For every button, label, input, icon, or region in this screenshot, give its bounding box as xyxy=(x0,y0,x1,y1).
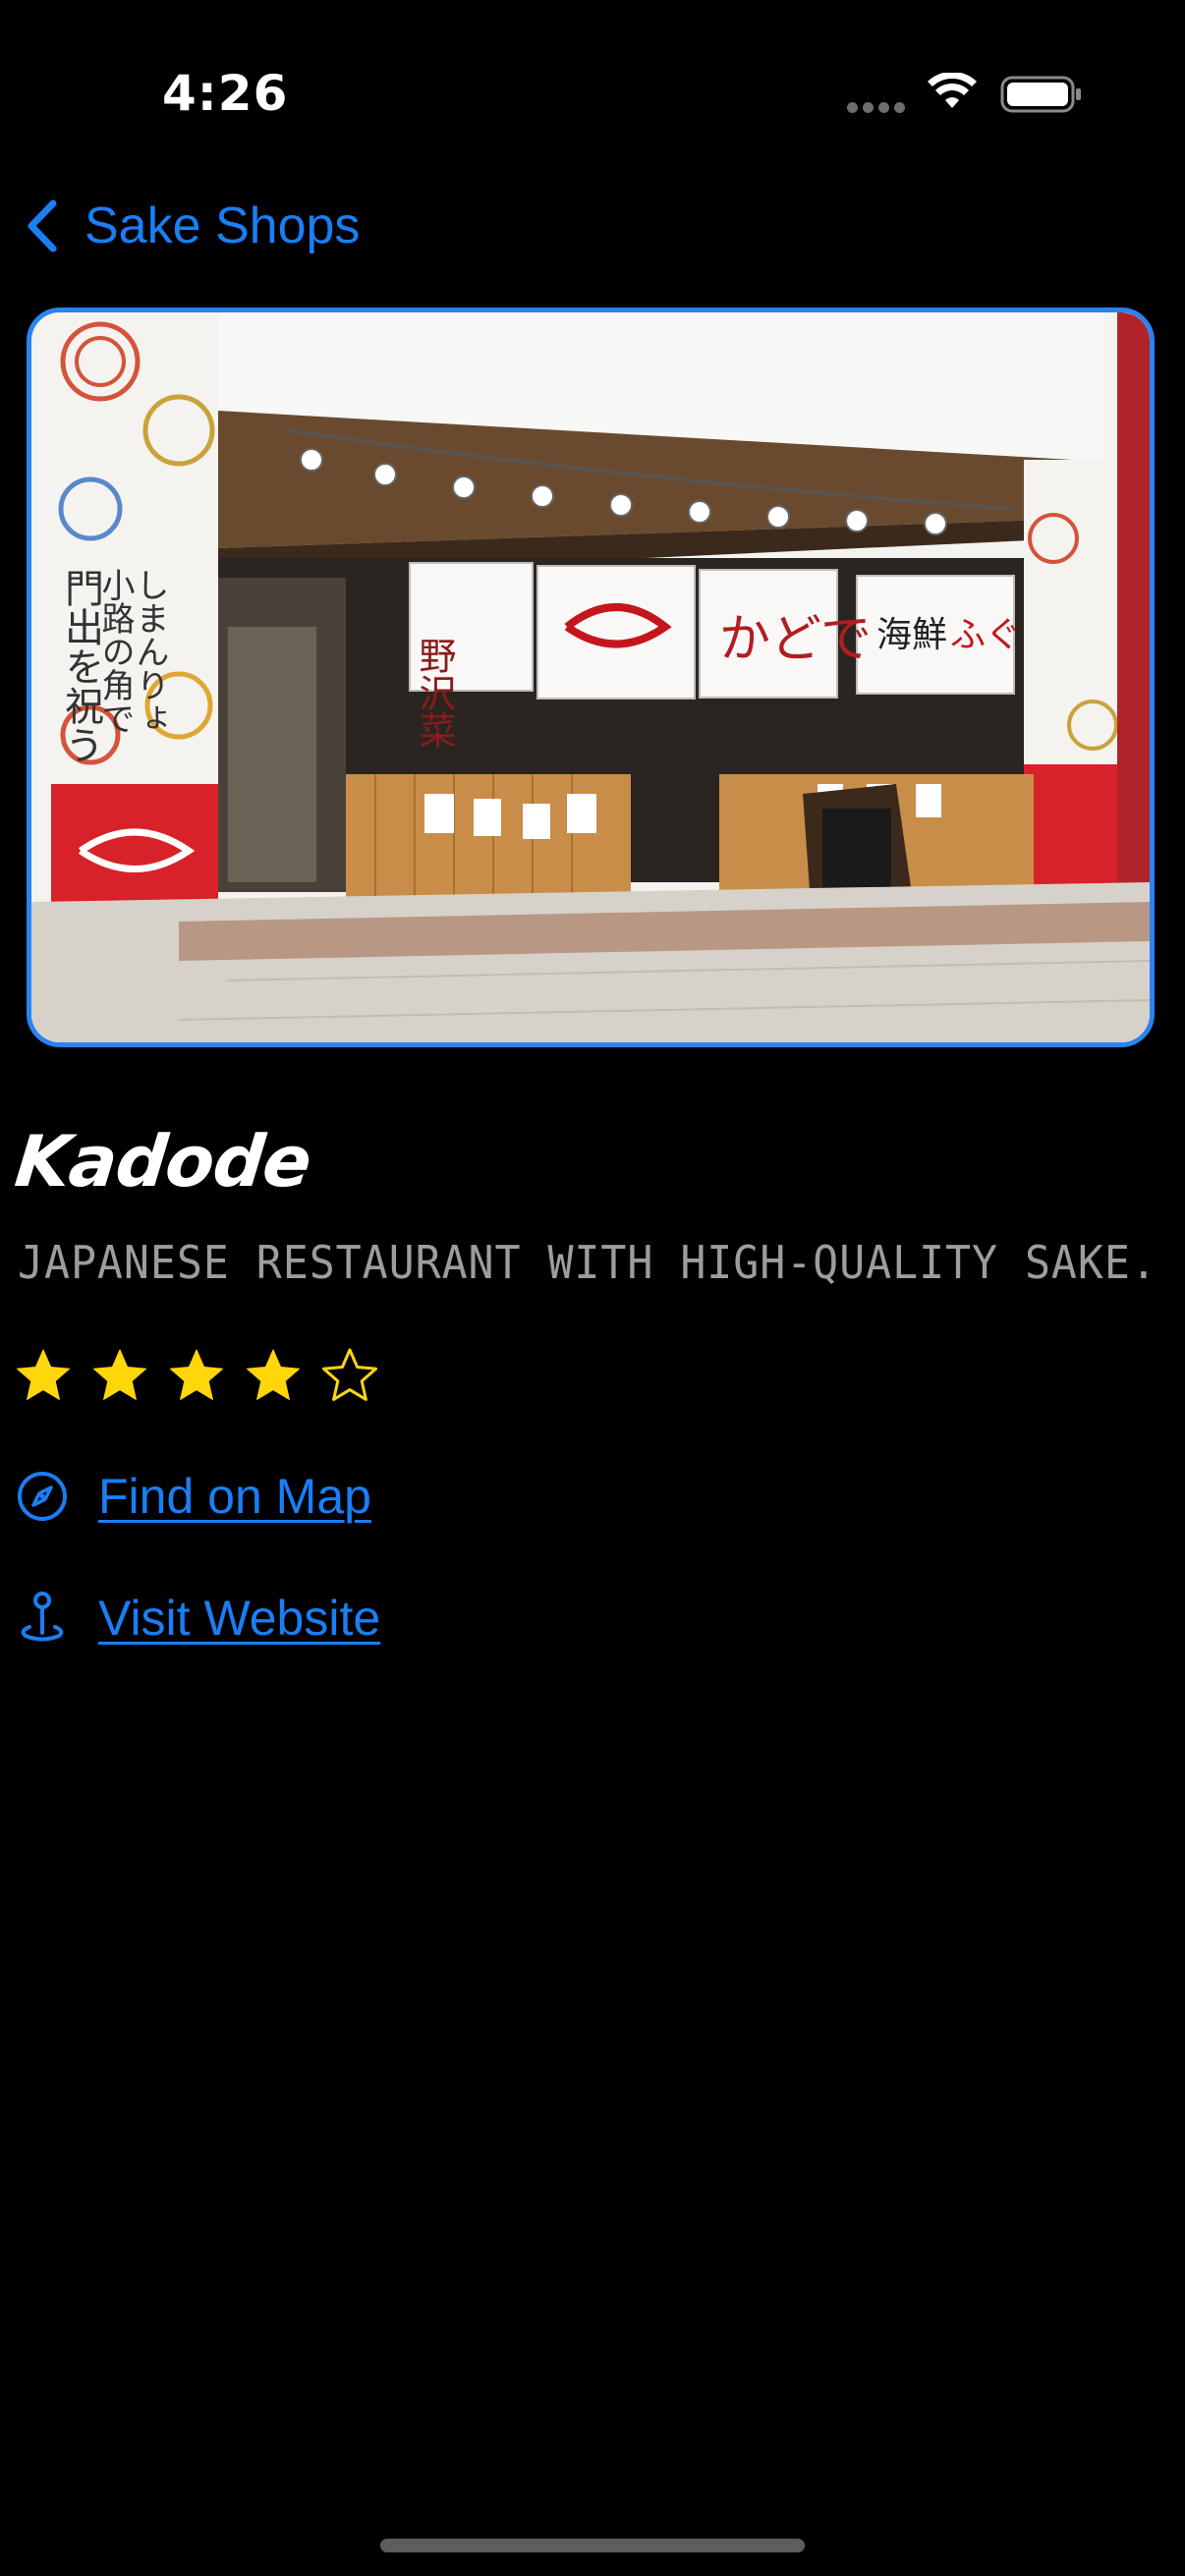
svg-text:野沢菜: 野沢菜 xyxy=(413,637,456,749)
star-rating xyxy=(14,1346,379,1405)
home-indicator[interactable] xyxy=(380,2539,805,2552)
star-empty-icon xyxy=(322,1348,377,1401)
find-on-map-label: Find on Map xyxy=(98,1469,371,1524)
chevron-left-icon xyxy=(28,199,57,252)
shop-description: JAPANESE RESTAURANT WITH HIGH-QUALITY SA… xyxy=(18,1236,1157,1289)
battery-icon xyxy=(1000,76,1081,113)
svg-text:門出を祝う: 門出を祝う xyxy=(58,568,103,764)
find-on-map-link[interactable]: Find on Map xyxy=(16,1468,371,1525)
status-time: 4:26 xyxy=(162,65,289,122)
back-button[interactable]: Sake Shops xyxy=(22,196,360,255)
star-filled-icon xyxy=(247,1349,300,1400)
svg-text:しまんりょ: しまんりょ xyxy=(130,568,169,735)
star-filled-icon xyxy=(170,1349,223,1400)
compass-icon xyxy=(18,1472,67,1521)
svg-text:ふぐ: ふぐ xyxy=(950,615,1021,655)
shop-name: Kadode xyxy=(11,1120,315,1203)
shop-photo: しまんりょ 小路の角で 門出を祝う 野沢菜 かどで 海鮮 ふぐ xyxy=(27,308,1155,1047)
svg-text:かどで: かどで xyxy=(719,610,872,669)
wifi-icon xyxy=(928,73,977,108)
cellular-signal-icon xyxy=(847,102,905,113)
back-button-label: Sake Shops xyxy=(85,197,361,254)
location-pin-icon xyxy=(21,1592,64,1642)
visit-website-link[interactable]: Visit Website xyxy=(16,1590,380,1647)
svg-text:海鮮: 海鮮 xyxy=(876,615,947,655)
star-filled-icon xyxy=(17,1349,70,1400)
star-filled-icon xyxy=(93,1349,146,1400)
visit-website-label: Visit Website xyxy=(98,1591,381,1646)
storefront-image: しまんりょ 小路の角で 門出を祝う 野沢菜 かどで 海鮮 ふぐ xyxy=(31,312,1150,1042)
